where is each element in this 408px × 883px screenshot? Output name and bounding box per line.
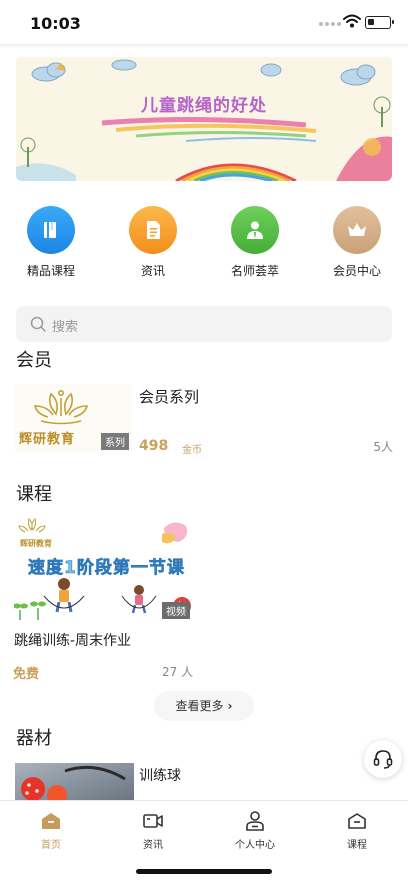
section-title-member: 会员 [16,350,52,371]
nav-label-news: 资讯 [140,264,165,278]
nav-label-courses: 精品课程 [26,264,75,278]
search-placeholder: 搜索 [52,320,79,335]
tab-profile[interactable]: 个人中心 [215,809,295,851]
nav-label-teachers: 名师荟萃 [230,264,279,278]
course-title[interactable]: 跳绳训练-周末作业 [14,630,131,650]
series-tag: 系列 [101,433,129,450]
tab-label-courses: 课程 [347,840,367,851]
view-more-button[interactable]: 查看更多 › [154,691,254,721]
signal-icon [319,22,341,26]
course-price: 免费 [13,667,40,682]
course-count: 27 人 [162,665,194,679]
course-icon [348,813,366,829]
status-time: 10:03 [30,14,81,33]
equipment-thumbnail[interactable] [15,763,134,801]
quick-nav: 精品课程 资讯 名师荟萃 会员中心 [0,206,408,286]
document-icon [129,206,177,254]
user-icon [246,811,264,831]
member-title: 会员系列 [139,388,200,406]
home-indicator [136,869,272,874]
home-icon [42,813,60,829]
banner-title: 儿童跳绳的好处 [141,96,267,116]
course-brand: 辉研教育 [20,539,52,548]
tab-label-news: 资讯 [143,840,163,851]
nav-item-teachers[interactable]: 名师荟萃 [210,206,300,279]
customer-service-button[interactable] [364,740,402,778]
tab-courses[interactable]: 课程 [317,809,397,851]
member-count: 5人 [373,440,393,454]
member-price: 498 [139,438,169,454]
wifi-icon [343,14,361,28]
view-more-label: 查看更多 [175,699,224,713]
tab-home[interactable]: 首页 [11,809,91,851]
status-bar: 10:03 [0,0,408,44]
book-icon [27,206,75,254]
crown-icon [333,206,381,254]
tab-label-profile: 个人中心 [235,840,275,851]
tab-news[interactable]: 资讯 [113,809,193,851]
banner[interactable]: 儿童跳绳的好处 [16,57,392,181]
nav-item-courses[interactable]: 精品课程 [6,206,96,279]
chevron-right-icon: › [227,699,233,713]
member-thumbnail: 辉研教育 系列 [15,384,132,452]
course-thumbnail[interactable]: 辉研教育 速度1阶段第一节课 视频 [14,516,194,622]
ball-illustration [21,765,126,801]
member-price-unit: 金币 [182,445,202,456]
tab-label-home: 首页 [41,840,61,851]
member-brand: 辉研教育 [19,432,76,447]
headset-icon [373,750,393,769]
teacher-icon [231,206,279,254]
banner-illustration [16,57,392,181]
nav-item-membership[interactable]: 会员中心 [312,206,402,279]
section-title-course: 课程 [16,484,52,505]
video-tag: 视频 [162,602,190,619]
battery-icon [365,16,394,29]
equipment-title[interactable]: 训练球 [139,765,181,785]
nav-item-news[interactable]: 资讯 [108,206,198,279]
member-card[interactable]: 辉研教育 系列 会员系列 498 金币 5人 [15,384,393,456]
video-camera-icon [143,814,163,828]
nav-label-membership: 会员中心 [332,264,381,278]
section-title-equipment: 器材 [16,728,52,749]
search-icon [30,316,46,332]
search-input[interactable]: 搜索 [16,306,392,342]
course-thumb-text: 速度1阶段第一节课 [28,558,185,579]
